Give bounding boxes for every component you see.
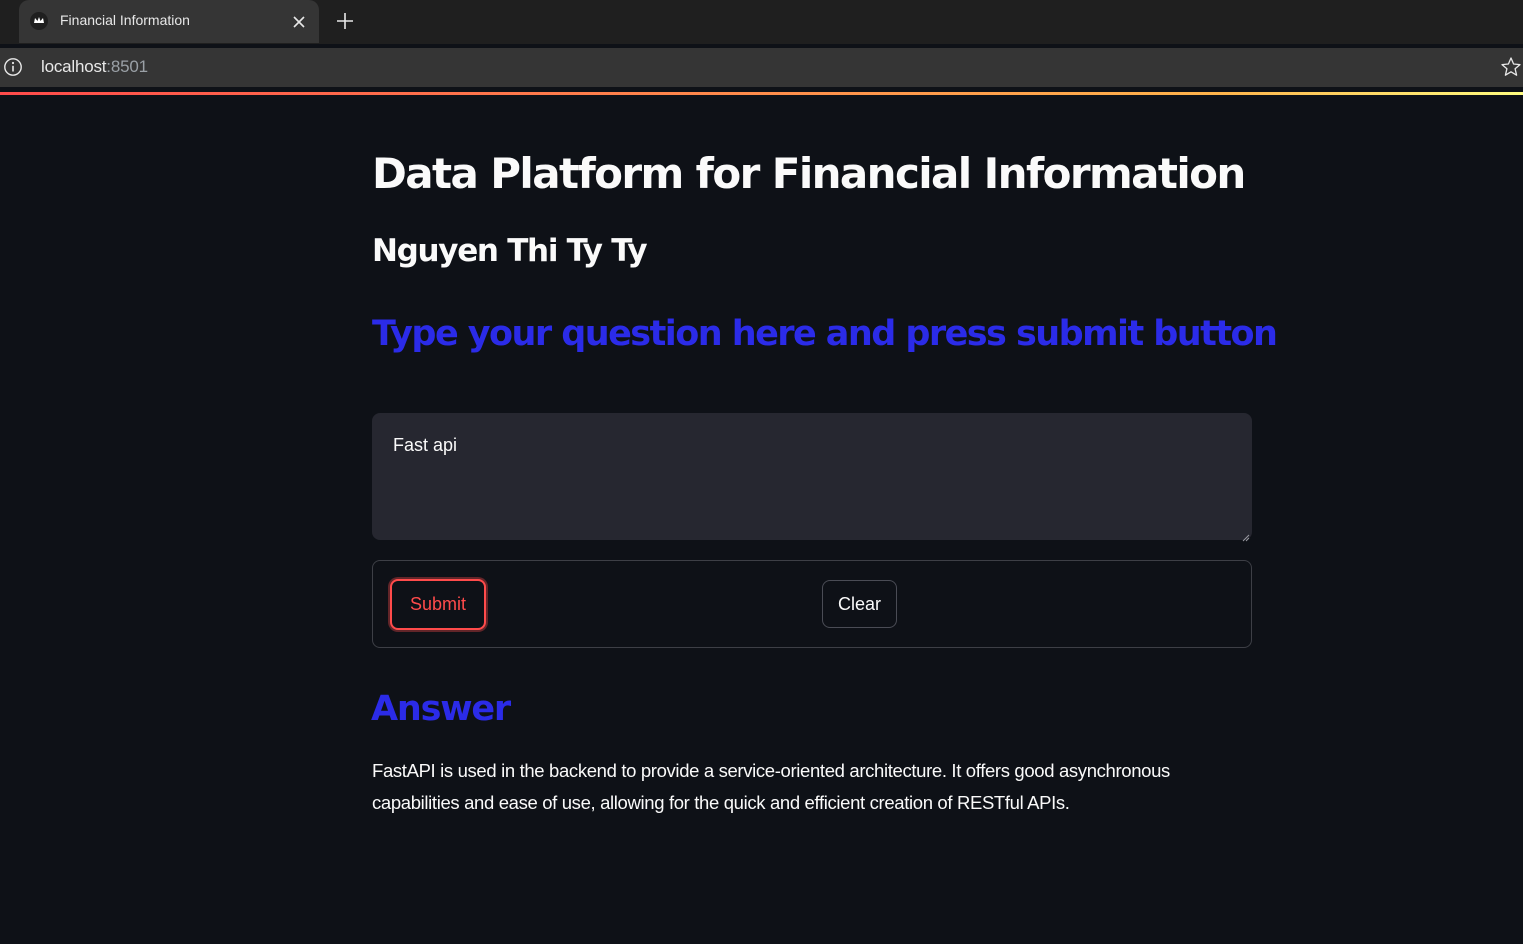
address-bar[interactable]: localhost:8501 bbox=[0, 48, 1523, 87]
author-name: Nguyen Thi Ty Ty bbox=[372, 233, 648, 269]
answer-text: FastAPI is used in the backend to provid… bbox=[372, 760, 1170, 813]
answer-heading: Answer bbox=[371, 689, 511, 729]
browser-tab-bar: Financial Information bbox=[0, 0, 1523, 44]
url-port: :8501 bbox=[106, 57, 148, 76]
star-icon[interactable] bbox=[1500, 56, 1522, 78]
page-title: Data Platform for Financial Information bbox=[372, 149, 1246, 198]
question-textarea[interactable]: Fast api bbox=[372, 413, 1252, 540]
url-text[interactable]: localhost:8501 bbox=[41, 57, 148, 77]
url-host: localhost bbox=[41, 57, 107, 76]
clear-button[interactable]: Clear bbox=[822, 580, 897, 628]
app-main: Data Platform for Financial Information … bbox=[0, 95, 1523, 944]
browser-tab[interactable]: Financial Information bbox=[19, 0, 319, 43]
plus-icon[interactable] bbox=[333, 9, 357, 33]
tab-title: Financial Information bbox=[60, 12, 190, 28]
resize-handle-icon[interactable] bbox=[1240, 529, 1250, 542]
streamlit-crown-icon bbox=[30, 12, 48, 30]
submit-button[interactable]: Submit bbox=[390, 579, 486, 630]
info-icon[interactable] bbox=[3, 57, 23, 77]
close-icon[interactable] bbox=[289, 12, 309, 32]
prompt-heading: Type your question here and press submit… bbox=[372, 314, 1278, 354]
button-row: Submit Clear bbox=[372, 560, 1252, 648]
